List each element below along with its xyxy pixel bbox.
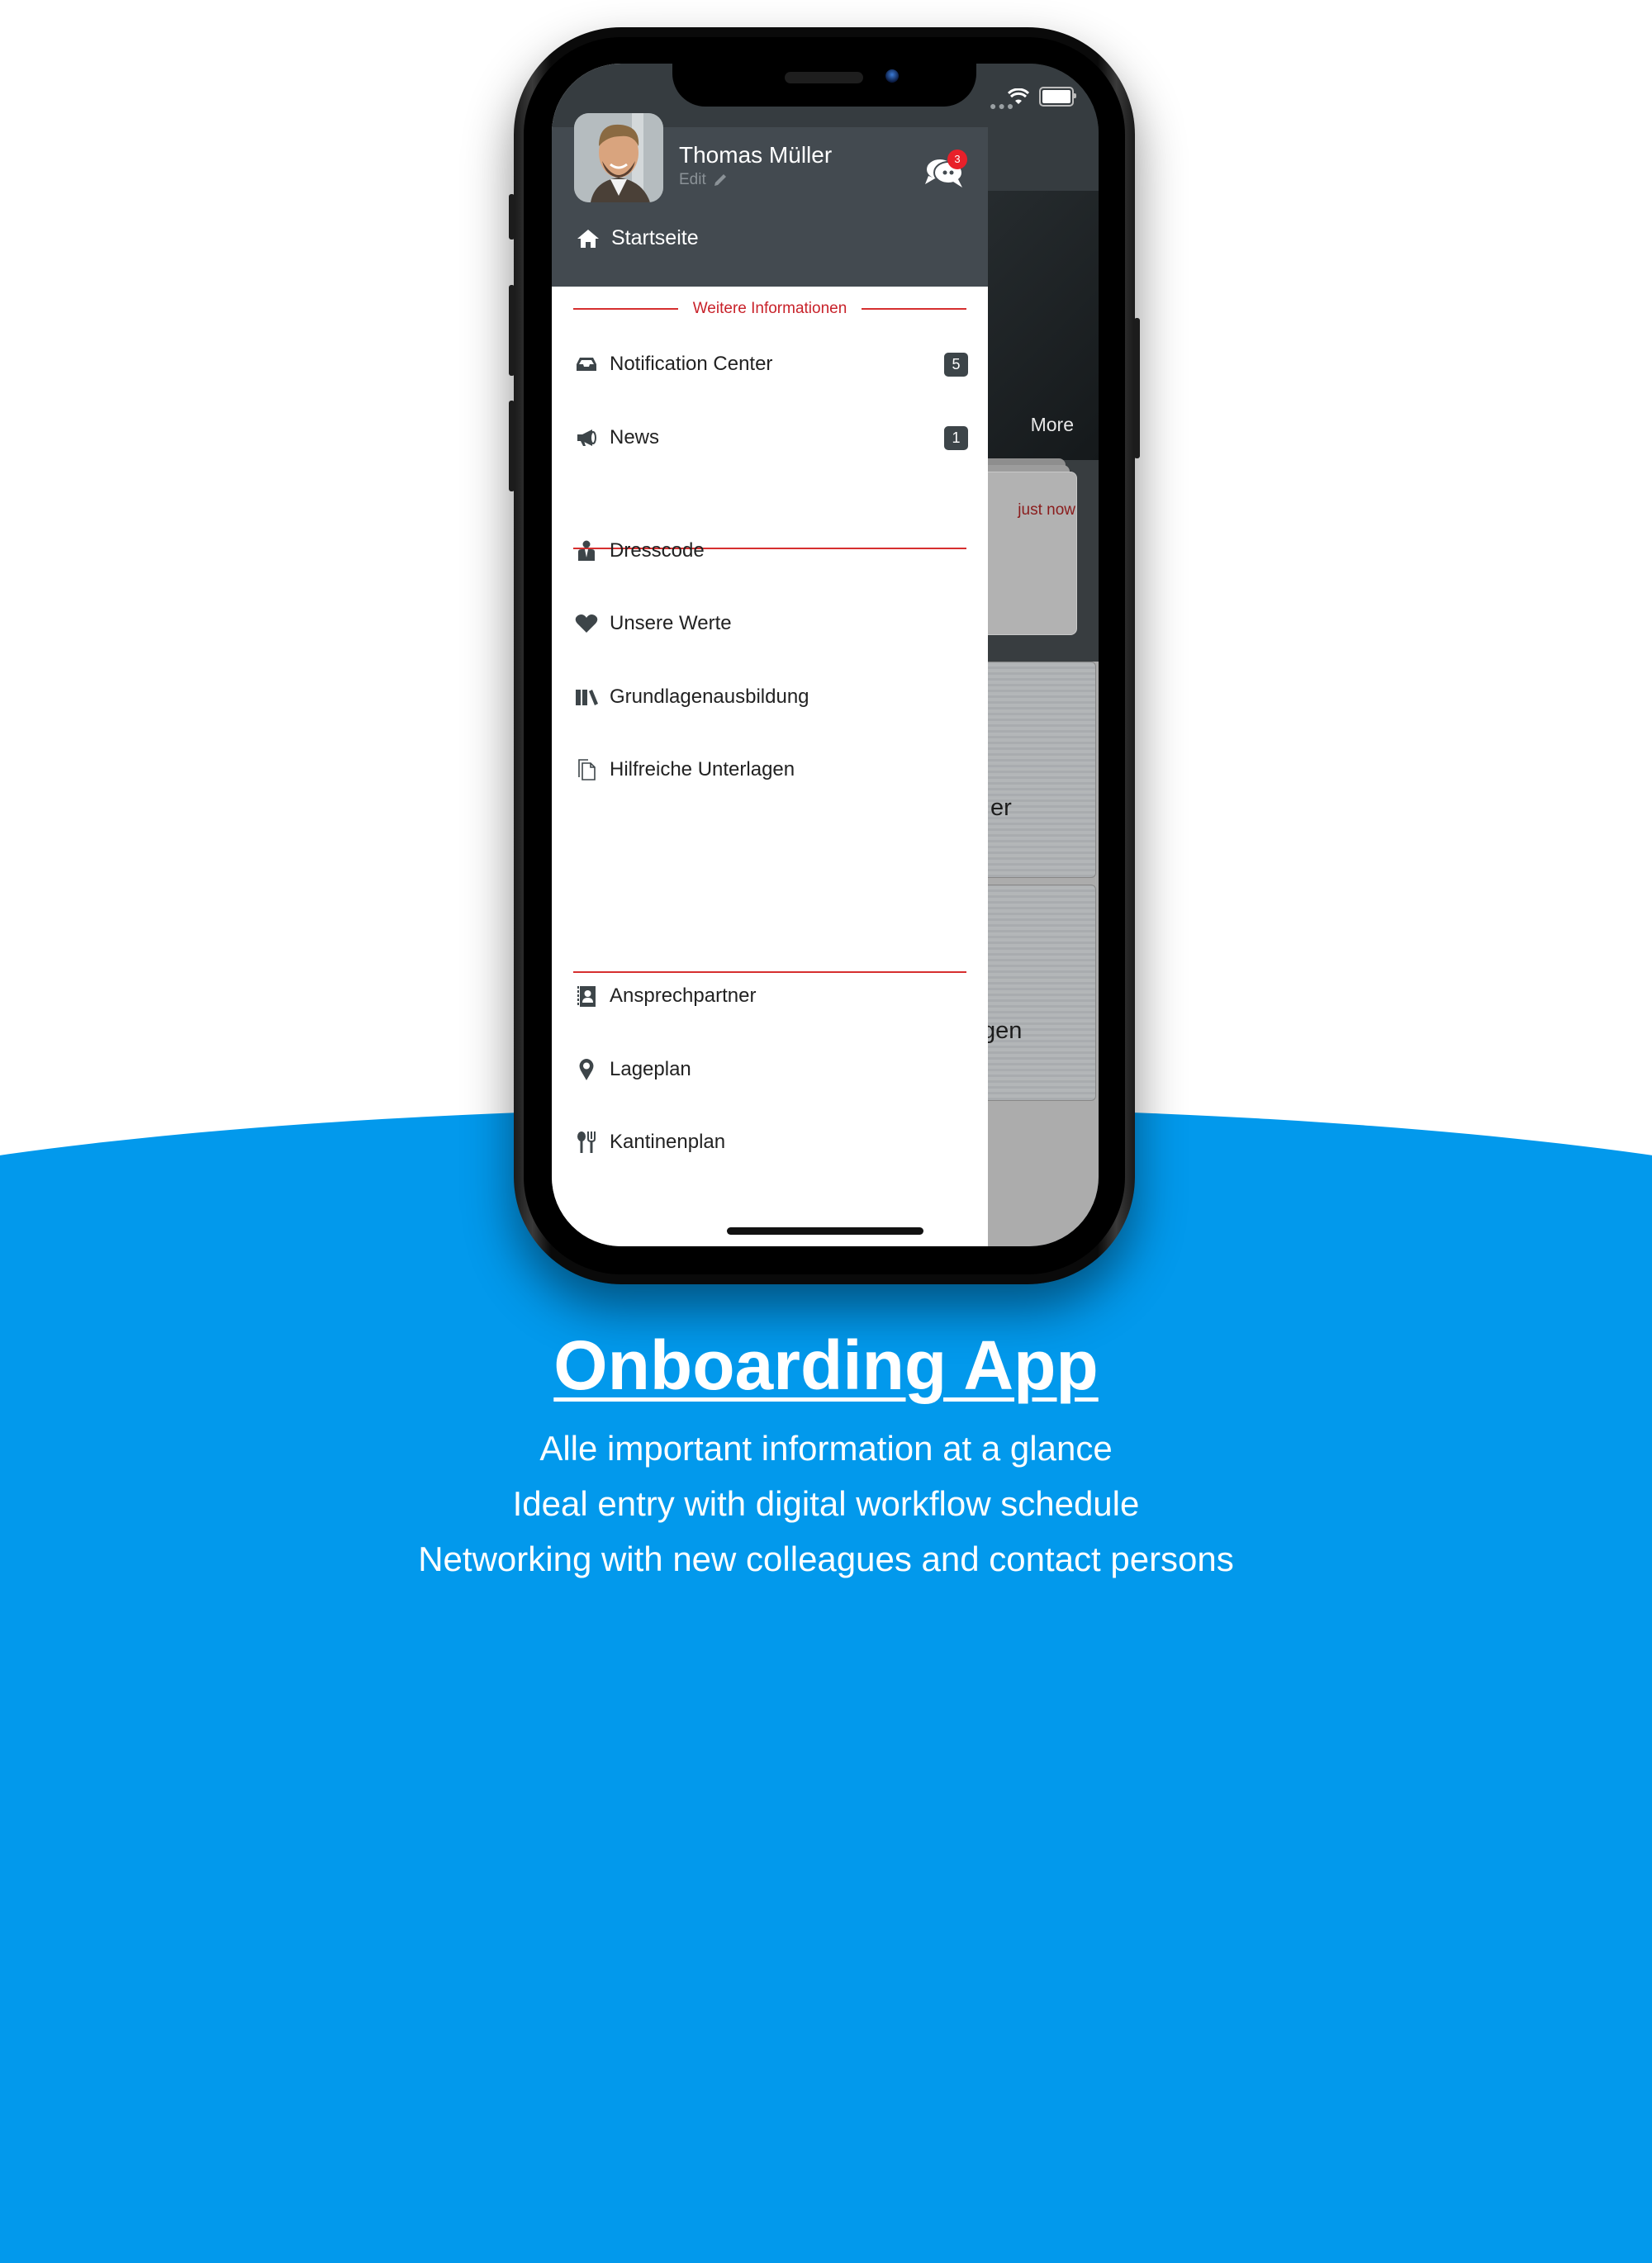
front-camera [885, 69, 899, 83]
map-pin-icon [575, 1058, 598, 1081]
profile-name: Thomas Müller [679, 142, 833, 168]
home-indicator[interactable] [727, 1227, 923, 1235]
headline: Onboarding App [553, 1326, 1099, 1404]
volume-down-button [509, 401, 515, 491]
count-badge: 5 [944, 352, 968, 377]
nav-item-dresscode[interactable]: Dresscode [575, 528, 968, 574]
books-icon [575, 686, 598, 709]
home-icon [577, 229, 599, 248]
count-badge: 1 [944, 425, 968, 450]
nav-item-lageplan[interactable]: Lageplan [575, 1046, 968, 1093]
nav-item-notification-center[interactable]: Notification Center 5 [575, 341, 968, 387]
heart-icon [575, 612, 598, 635]
nav-item-startseite[interactable]: Startseite [577, 226, 699, 250]
side-button [1134, 318, 1140, 458]
nav-item-news[interactable]: News 1 [575, 415, 968, 461]
nav-item-hilfreiche-unterlagen[interactable]: Hilfreiche Unterlagen [575, 747, 968, 793]
speaker-grille [785, 72, 863, 83]
tagline-3: Networking with new colleagues and conta… [418, 1540, 1234, 1578]
card-timestamp: just now [1018, 501, 1075, 519]
pencil-icon [714, 174, 726, 186]
volume-up-button [509, 285, 515, 376]
user-tie-icon [575, 539, 598, 562]
wifi-icon [1008, 88, 1029, 104]
more-button[interactable]: More [1031, 414, 1074, 436]
nav-item-ansprechpartner[interactable]: Ansprechpartner [575, 973, 968, 1019]
phone-screen: More just now er ‹ gen ●●● [552, 64, 1099, 1246]
address-book-icon [575, 984, 598, 1008]
nav-item-unsere-werte[interactable]: Unsere Werte [575, 600, 968, 647]
edit-profile-link[interactable]: Edit [679, 171, 728, 189]
megaphone-icon [575, 426, 598, 449]
utensils-icon [575, 1131, 598, 1154]
notch [672, 64, 976, 107]
tagline-1: Alle important information at a glance [539, 1429, 1113, 1468]
nav-item-kantinenplan[interactable]: Kantinenplan [575, 1119, 968, 1165]
avatar[interactable] [574, 113, 663, 202]
status-bar [1008, 87, 1076, 107]
inbox-icon [575, 353, 598, 376]
mute-switch [509, 194, 515, 240]
chat-badge: 3 [947, 149, 967, 169]
tagline-2: Ideal entry with digital workflow schedu… [512, 1484, 1140, 1523]
documents-icon [575, 758, 598, 781]
nav-item-grundlagenausbildung[interactable]: Grundlagenausbildung [575, 674, 968, 720]
battery-icon [1039, 87, 1076, 107]
section-header: Weitere Informationen [573, 300, 967, 318]
navigation-drawer: Thomas Müller Edit 3 Startseite Weitere … [552, 64, 988, 1246]
